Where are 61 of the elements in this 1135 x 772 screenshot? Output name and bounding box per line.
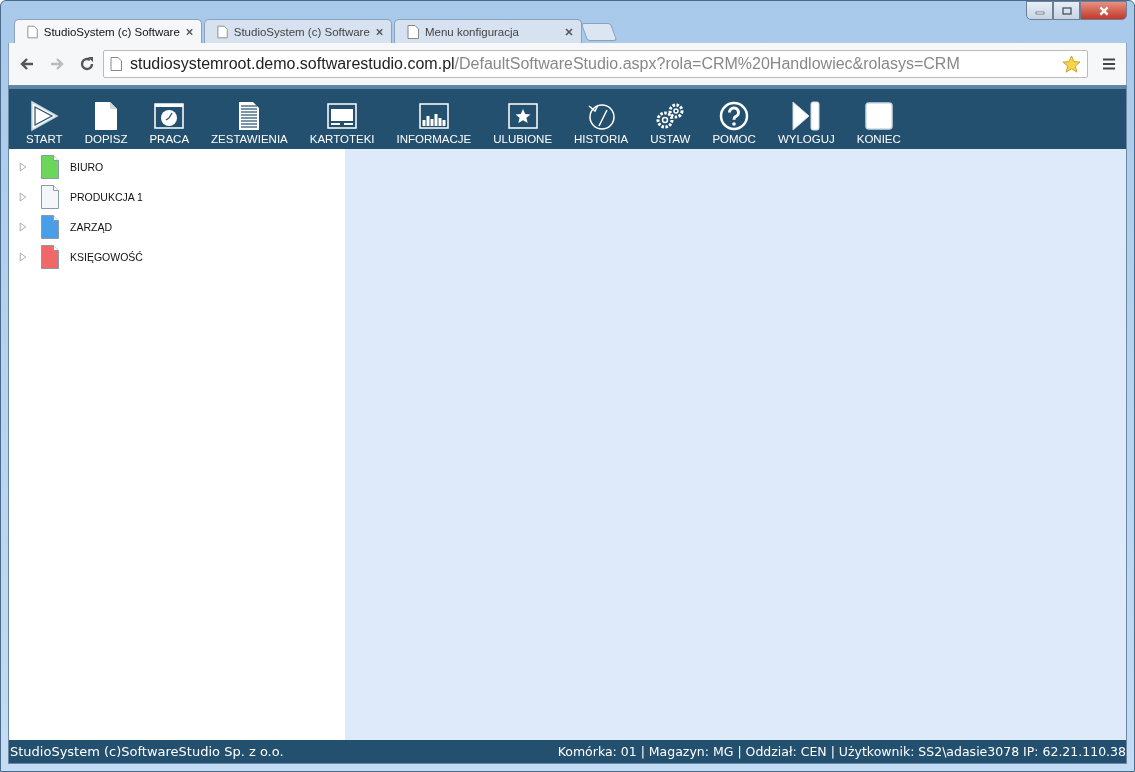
- skip-icon: [790, 100, 823, 132]
- star-window-icon: [506, 100, 539, 132]
- play-icon: [28, 100, 61, 132]
- tree-item[interactable]: ZARZĄD: [9, 212, 345, 242]
- stop-icon: [862, 100, 895, 132]
- toolbar-button[interactable]: INFORMACJE: [385, 100, 483, 145]
- browser-tab[interactable]: Menu konfiguracja: [394, 19, 582, 43]
- back-icon[interactable]: [19, 56, 35, 72]
- toolbar-button[interactable]: HISTORIA: [563, 100, 640, 145]
- tree-item[interactable]: KSIĘGOWOŚĆ: [9, 242, 345, 272]
- maximize-icon: [1061, 6, 1072, 15]
- company-text: StudioSystem (c)SoftwareStudio Sp. z o.o.: [10, 744, 284, 759]
- page-icon: [27, 24, 38, 39]
- page-icon: [110, 57, 122, 71]
- toolbar-button[interactable]: USTAW: [639, 100, 702, 145]
- tree-item-label: KSIĘGOWOŚĆ: [70, 251, 143, 263]
- close-button[interactable]: [1080, 1, 1127, 20]
- browser-tab[interactable]: StudioSystem (c) Software: [14, 19, 202, 43]
- close-icon: [1097, 5, 1110, 16]
- toolbar-button[interactable]: KARTOTEKI: [298, 100, 386, 145]
- toolbar-button[interactable]: WYLOGUJ: [766, 100, 846, 145]
- minimize-button[interactable]: [1026, 1, 1053, 20]
- expander-icon[interactable]: [19, 191, 27, 203]
- url-path: /DefaultSoftwareStudio.aspx?rola=CRM%20Handlowiec&rolasys=CRM: [454, 55, 960, 72]
- toolbar-button[interactable]: PRACA: [138, 100, 201, 145]
- star-icon[interactable]: [1062, 54, 1081, 74]
- toolbar-button[interactable]: KONIEC: [845, 100, 912, 145]
- close-icon[interactable]: [185, 27, 193, 36]
- tab-title: StudioSystem (c) Software: [43, 25, 180, 38]
- url-host: studiosystemroot.demo.softwarestudio.com.pl: [130, 55, 455, 72]
- bar-chart-icon: [417, 100, 450, 132]
- page-icon: [407, 24, 419, 39]
- tree-item-label: PRODUKCJA 1: [70, 191, 143, 203]
- tree-item-label: ZARZĄD: [70, 221, 112, 233]
- expander-icon[interactable]: [19, 221, 27, 233]
- tree-item[interactable]: PRODUKCJA 1: [9, 182, 345, 212]
- clock-window-icon: [153, 100, 186, 132]
- expander-icon[interactable]: [19, 161, 27, 173]
- toolbar-button[interactable]: START: [15, 100, 74, 145]
- page-icon: [217, 24, 228, 39]
- new-tab-button[interactable]: [580, 23, 618, 41]
- forward-icon[interactable]: [49, 56, 65, 72]
- help-icon: [718, 100, 751, 132]
- browser-tab[interactable]: StudioSystem (c) Software: [204, 19, 392, 43]
- session-info: Komórka: 01 | Magazyn: MG | Oddział: CEN | Użytkownik: SS2\adasie3078 IP: 62.21.110.38: [557, 744, 1126, 759]
- reload-icon[interactable]: [79, 56, 95, 72]
- tab-title: Menu konfiguracja: [425, 25, 520, 38]
- expander-icon[interactable]: [19, 251, 27, 263]
- address-bar[interactable]: studiosystemroot.demo.softwarestudio.com.pl/DefaultSoftwareStudio.aspx?rola=CRM%20Handlowiec&rolasys=CRM: [103, 50, 1088, 78]
- toolbar-button[interactable]: DOPISZ: [73, 100, 139, 145]
- tree-item[interactable]: BIURO: [9, 152, 345, 182]
- maximize-button[interactable]: [1053, 1, 1080, 20]
- toolbar-button[interactable]: POMOC: [701, 100, 767, 145]
- toolbar-button[interactable]: ZESTAWIENIA: [200, 100, 299, 145]
- tab-title: StudioSystem (c) Software: [233, 25, 370, 38]
- window-icon: [326, 100, 359, 132]
- toolbar-button[interactable]: ULUBIONE: [482, 100, 564, 145]
- tree-item-label: BIURO: [70, 161, 104, 173]
- menu-icon[interactable]: [1102, 57, 1116, 71]
- close-icon[interactable]: [375, 27, 383, 36]
- close-icon[interactable]: [565, 27, 573, 36]
